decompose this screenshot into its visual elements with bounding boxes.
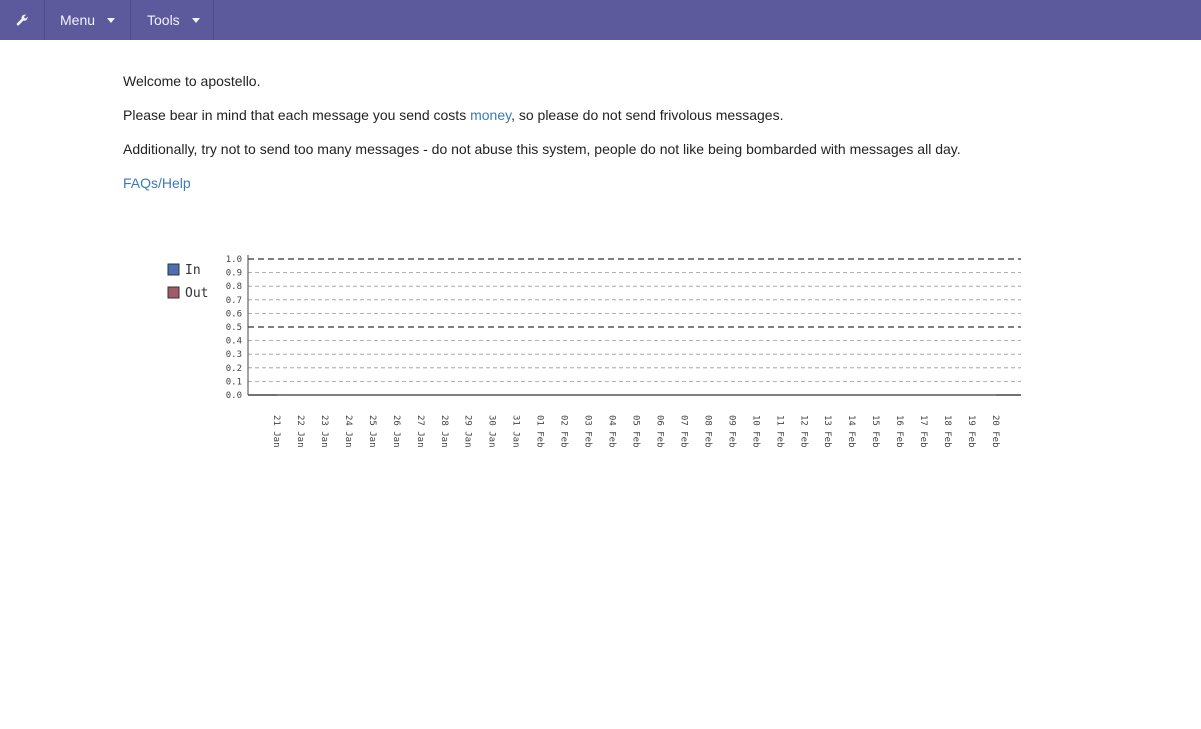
y-tick-label: 0.0 [226, 391, 242, 401]
x-tick-label: 23 Jan [319, 415, 329, 448]
x-tick-label: 03 Feb [583, 415, 593, 448]
y-tick-label: 0.6 [226, 309, 242, 319]
x-tick-label: 16 Feb [894, 415, 904, 448]
x-tick-label: 28 Jan [439, 415, 449, 448]
x-tick-label: 21 Jan [271, 415, 281, 448]
x-tick-label: 10 Feb [750, 415, 760, 448]
x-tick-label: 29 Jan [463, 415, 473, 448]
x-tick-label: 11 Feb [774, 415, 784, 448]
x-tick-label: 19 Feb [966, 415, 976, 448]
x-tick-label: 06 Feb [654, 415, 664, 448]
y-tick-label: 0.1 [226, 377, 242, 387]
y-tick-label: 0.7 [226, 296, 242, 306]
y-tick-label: 1.0 [226, 255, 242, 265]
y-tick-label: 0.5 [226, 323, 242, 333]
legend-swatch-in [167, 263, 180, 276]
y-tick-label: 0.8 [226, 282, 242, 292]
x-tick-label: 18 Feb [942, 415, 952, 448]
y-tick-label: 0.2 [226, 364, 242, 374]
x-tick-label: 15 Feb [870, 415, 880, 448]
x-tick-label: 02 Feb [559, 415, 569, 448]
x-tick-label: 05 Feb [631, 415, 641, 448]
x-tick-label: 01 Feb [535, 415, 545, 448]
x-tick-label: 25 Jan [367, 415, 377, 448]
x-tick-label: 07 Feb [678, 415, 688, 448]
messages-chart: 0.0 0.1 0.2 0.3 0.4 0.5 0.6 0.7 0.8 0.9 1.0 21 Jan 2… [167, 255, 1021, 448]
x-tick-label: 27 Jan [415, 415, 425, 448]
x-tick-label: 24 Jan [343, 415, 353, 448]
x-tick-label: 26 Jan [391, 415, 401, 448]
x-tick-label: 08 Feb [702, 415, 712, 448]
y-tick-label: 0.4 [226, 337, 242, 347]
x-tick-label: 17 Feb [918, 415, 928, 448]
x-tick-label: 30 Jan [487, 415, 497, 448]
legend-swatch-out [167, 286, 180, 299]
x-tick-label: 31 Jan [511, 415, 521, 448]
y-tick-label: 0.9 [226, 269, 242, 279]
x-tick-label: 20 Feb [990, 415, 1000, 448]
x-tick-label: 12 Feb [798, 415, 808, 448]
legend-label-in: In [185, 263, 201, 278]
x-tick-label: 13 Feb [822, 415, 832, 448]
y-tick-label: 0.3 [226, 350, 242, 360]
x-tick-label: 04 Feb [607, 415, 617, 448]
x-tick-label: 14 Feb [846, 415, 856, 448]
x-tick-label: 09 Feb [726, 415, 736, 448]
x-tick-label: 22 Jan [295, 415, 305, 448]
legend-label-out: Out [185, 286, 208, 301]
